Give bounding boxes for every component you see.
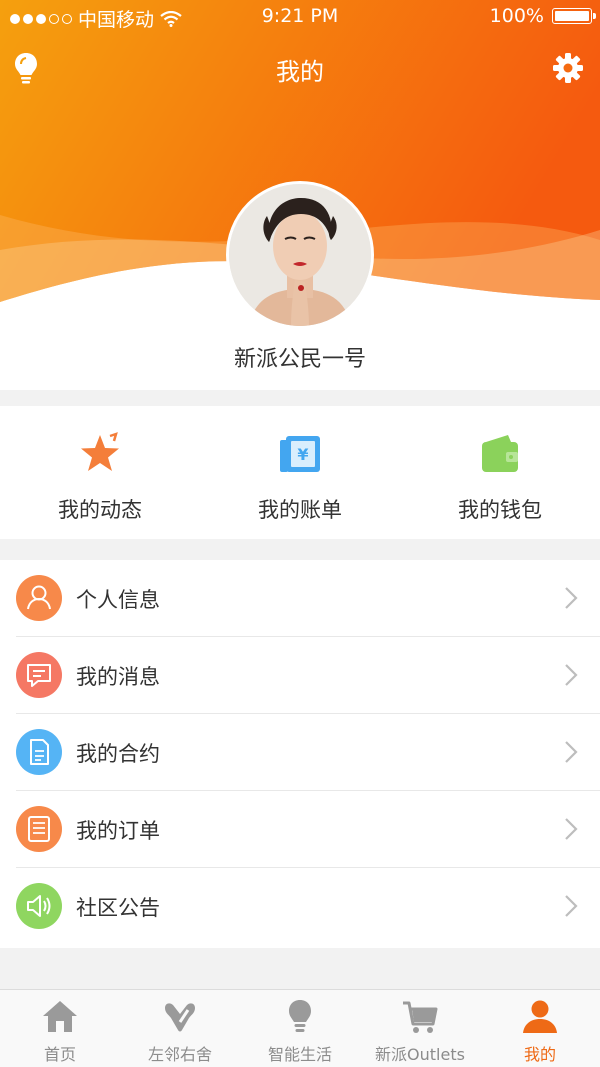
menu-my-messages[interactable]: 我的消息 [0,637,600,714]
quick-actions: 我的动态 ¥ 我的账单 我的钱包 [0,406,600,539]
menu-my-orders[interactable]: 我的订单 [0,791,600,868]
svg-text:¥: ¥ [297,445,308,464]
settings-menu: 个人信息 我的消息 我的合约 我的订单 社区公告 [0,560,600,948]
battery-icon [552,8,596,24]
tab-smart-life-label: 智能生活 [267,1045,332,1064]
quick-my-wallet-label: 我的钱包 [458,498,542,522]
battery-group: 100% [489,5,596,27]
chevron-right-icon [565,895,578,917]
chevron-right-icon [565,587,578,609]
neighbor-icon [165,1003,195,1032]
avatar[interactable] [226,181,374,329]
order-icon [16,806,62,852]
wallet-icon [482,435,518,472]
tab-profile[interactable]: 我的 [480,990,600,1067]
page-title: 我的 [276,58,324,86]
menu-my-contracts[interactable]: 我的合约 [0,714,600,791]
tab-home[interactable]: 首页 [0,990,120,1067]
person-icon [16,575,62,621]
menu-personal-info[interactable]: 个人信息 [0,560,600,637]
tab-outlets-label: 新派Outlets [375,1045,465,1064]
message-icon [16,652,62,698]
menu-community-notice[interactable]: 社区公告 [0,868,600,945]
cart-icon [403,1001,438,1033]
tab-neighbors[interactable]: 左邻右舍 [120,990,240,1067]
chevron-right-icon [565,818,578,840]
quick-my-posts-label: 我的动态 [58,498,142,522]
quick-my-bills[interactable]: ¥ 我的账单 [200,406,400,539]
tab-profile-label: 我的 [523,1045,556,1064]
menu-community-notice-label: 社区公告 [76,896,160,920]
gear-icon[interactable] [548,48,588,88]
menu-my-orders-label: 我的订单 [76,819,160,843]
smart-bulb-icon [289,1000,311,1032]
battery-percent: 100% [489,5,544,27]
chevron-right-icon [565,741,578,763]
quick-my-bills-label: 我的账单 [258,498,342,522]
username: 新派公民一号 [233,347,366,372]
tab-outlets[interactable]: 新派Outlets [360,990,480,1067]
menu-my-contracts-label: 我的合约 [76,742,160,766]
star-icon [81,432,119,471]
document-icon [16,729,62,775]
tab-bar: 首页 左邻右舍 智能生活 新派Outlets 我的 [0,989,600,1067]
quick-my-posts[interactable]: 我的动态 [0,406,200,539]
menu-personal-info-label: 个人信息 [76,588,160,612]
home-icon [43,1001,77,1032]
profile-icon [523,1000,557,1033]
speaker-icon [16,883,62,929]
tab-home-label: 首页 [43,1045,76,1064]
quick-my-wallet[interactable]: 我的钱包 [400,406,600,539]
status-bar: 中国移动 9:21 PM 100% [0,0,600,34]
menu-my-messages-label: 我的消息 [76,665,160,689]
profile-header: 中国移动 9:21 PM 100% 我的 新派公民一号 [0,0,600,390]
bill-icon: ¥ [280,436,320,472]
tab-neighbors-label: 左邻右舍 [147,1045,212,1064]
tab-smart-life[interactable]: 智能生活 [240,990,360,1067]
chevron-right-icon [565,664,578,686]
